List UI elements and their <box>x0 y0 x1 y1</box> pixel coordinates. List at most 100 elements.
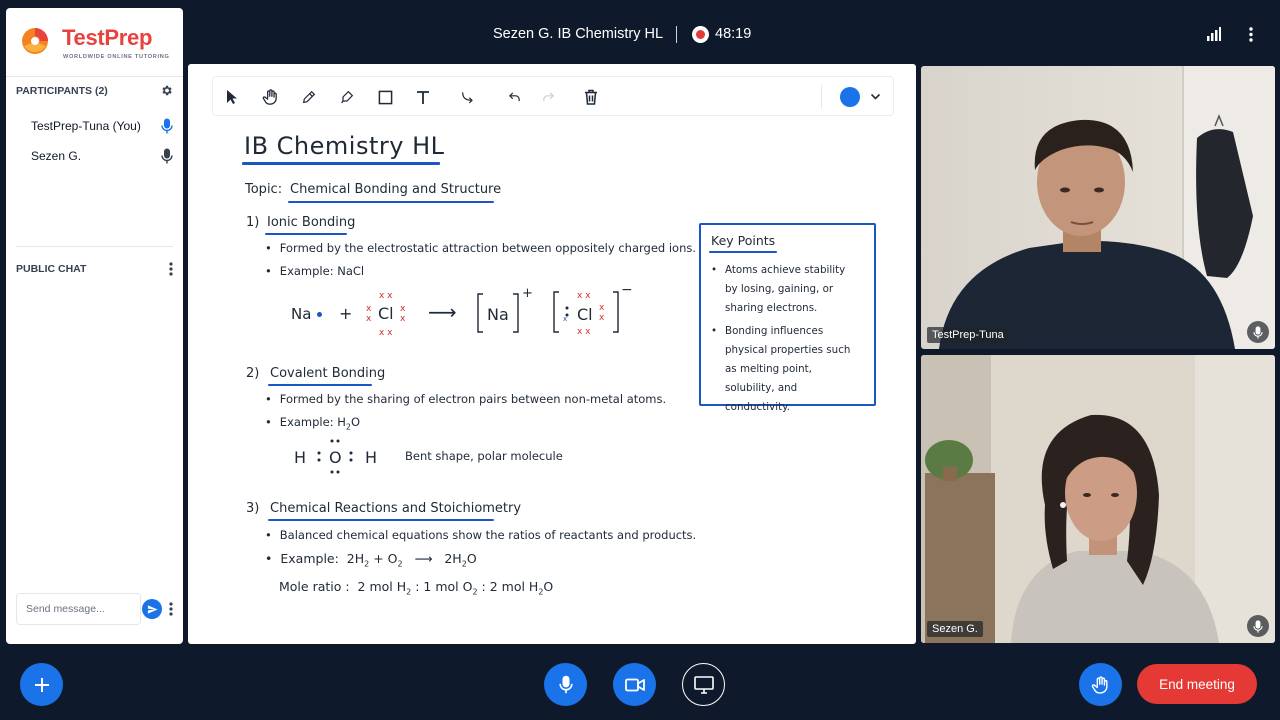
connector-icon[interactable] <box>458 87 478 107</box>
chat-header: PUBLIC CHAT <box>16 262 173 276</box>
atom-h: H <box>365 448 378 467</box>
sidebar: TestPrep WORLDWIDE ONLINE TUTORING PARTI… <box>6 8 183 644</box>
send-button[interactable] <box>142 599 162 619</box>
key-point: Bonding influences physical properties s… <box>711 322 861 417</box>
mole-ratio-term: 2 mol H <box>489 579 539 594</box>
undo-icon[interactable] <box>504 87 524 107</box>
key-point-text: Bonding influences physical properties s… <box>725 325 851 413</box>
camera-button[interactable] <box>613 663 656 706</box>
mole-ratio-term: O <box>543 579 554 594</box>
electron-crosses: x x x x xx xx <box>366 291 406 336</box>
bullet-text: Formed by the sharing of electron pairs … <box>265 392 666 406</box>
pencil-icon[interactable] <box>299 87 319 107</box>
lone-pair-dots <box>317 439 353 474</box>
bullet-text: Balanced chemical equations show the rat… <box>265 528 696 542</box>
video-name-tag: TestPrep-Tuna <box>927 327 1009 343</box>
title-underline <box>242 162 440 165</box>
subscript: 2 <box>472 587 478 597</box>
participant-item[interactable]: Sezen G. <box>31 148 173 164</box>
recording-icon <box>692 26 709 43</box>
mic-icon <box>161 118 173 134</box>
divider <box>6 76 183 77</box>
svg-text:x: x <box>366 314 372 324</box>
chat-placeholder: Send message... <box>26 603 105 615</box>
video-tile-tuna[interactable]: TestPrep-Tuna <box>921 66 1275 349</box>
mic-icon <box>558 675 573 694</box>
svg-text:x: x <box>366 304 372 314</box>
chat-title: PUBLIC CHAT <box>16 263 87 275</box>
brand-tagline: WORLDWIDE ONLINE TUTORING <box>63 54 170 60</box>
plus-sign: + <box>339 304 353 323</box>
mic-icon <box>1247 321 1269 343</box>
participant-name: Sezen G. <box>31 149 82 163</box>
key-point: Atoms achieve stability by losing, gaini… <box>711 261 861 318</box>
participant-item[interactable]: TestPrep-Tuna (You) <box>31 118 173 134</box>
example-prefix: Example: H <box>279 415 346 429</box>
subscript: 2 <box>406 587 412 597</box>
logo-mark-icon <box>22 28 48 54</box>
equation-line: Example: 2H2 + O2 ⟶ 2H2O <box>265 551 476 569</box>
heading-underline <box>709 251 777 253</box>
trash-icon[interactable] <box>581 87 601 107</box>
meeting-timer: 48:19 <box>715 26 752 42</box>
plus-icon <box>34 677 49 692</box>
heading-underline <box>268 519 494 521</box>
key-point-text: Atoms achieve stability by losing, gaini… <box>725 264 846 314</box>
bullet-text: Formed by the electrostatic attraction b… <box>265 241 696 255</box>
hand-icon[interactable] <box>260 87 280 107</box>
screen-share-icon <box>693 675 714 694</box>
atom-h: H <box>294 448 307 467</box>
color-picker-swatch[interactable] <box>840 87 860 107</box>
send-icon <box>147 604 158 614</box>
redo-icon[interactable] <box>538 87 558 107</box>
ion-charge-minus: − <box>621 282 633 298</box>
whiteboard-toolbar <box>212 76 894 116</box>
mic-button[interactable] <box>544 663 587 706</box>
meeting-title: Sezen G. IB Chemistry HL <box>493 26 664 42</box>
bullet-text: Example: H2O <box>265 415 360 431</box>
more-vert-icon[interactable] <box>169 262 173 276</box>
svg-text:x x: x x <box>379 291 393 301</box>
svg-text:x x: x x <box>577 291 591 301</box>
svg-text:x: x <box>563 315 567 323</box>
topic-underline <box>288 201 494 203</box>
chat-input[interactable]: Send message... <box>16 593 141 625</box>
more-vert-icon[interactable] <box>1249 27 1253 42</box>
mole-ratio-label: Mole ratio : <box>279 579 350 594</box>
testprep-logo[interactable]: TestPrep WORLDWIDE ONLINE TUTORING <box>20 24 180 68</box>
whiteboard[interactable]: IB Chemistry HL Topic: Chemical Bonding … <box>188 64 916 644</box>
participant-video <box>921 355 1275 643</box>
section-number: 3) <box>246 501 260 516</box>
more-vert-icon[interactable] <box>169 602 173 616</box>
marker-icon[interactable] <box>337 87 357 107</box>
video-tile-sezen[interactable]: Sezen G. <box>921 355 1275 643</box>
raise-hand-button[interactable] <box>1079 663 1122 706</box>
svg-text:x: x <box>599 313 605 323</box>
shape-icon[interactable] <box>375 87 395 107</box>
participants-header: PARTICIPANTS (2) <box>16 84 173 97</box>
gear-icon[interactable] <box>160 84 173 97</box>
mole-ratio: Mole ratio : 2 mol H2 : 1 mol O2 : 2 mol… <box>279 579 554 597</box>
add-button[interactable] <box>20 663 63 706</box>
divider <box>676 26 677 43</box>
valence-electron-dot <box>317 312 322 317</box>
end-meeting-button[interactable]: End meeting <box>1137 664 1257 704</box>
mic-icon <box>161 148 173 164</box>
screen-share-button[interactable] <box>682 663 725 706</box>
pointer-icon[interactable] <box>222 87 242 107</box>
formula-na: Na <box>291 305 312 323</box>
svg-text:x x: x x <box>379 328 393 336</box>
board-title: IB Chemistry HL <box>244 132 445 160</box>
hand-icon <box>1091 675 1108 694</box>
text-icon[interactable] <box>413 87 433 107</box>
participant-name: TestPrep-Tuna (You) <box>31 119 141 133</box>
svg-text:x: x <box>599 303 605 313</box>
key-points-box: Key Points Atoms achieve stability by lo… <box>699 223 876 413</box>
bullet-text: Example: NaCl <box>265 264 364 278</box>
section-heading: Ionic Bonding <box>267 215 356 230</box>
signal-icon[interactable] <box>1207 27 1221 41</box>
heading-underline <box>265 233 347 235</box>
svg-text:x: x <box>400 314 406 324</box>
chevron-down-icon[interactable] <box>865 87 885 107</box>
heading-underline <box>268 384 372 386</box>
